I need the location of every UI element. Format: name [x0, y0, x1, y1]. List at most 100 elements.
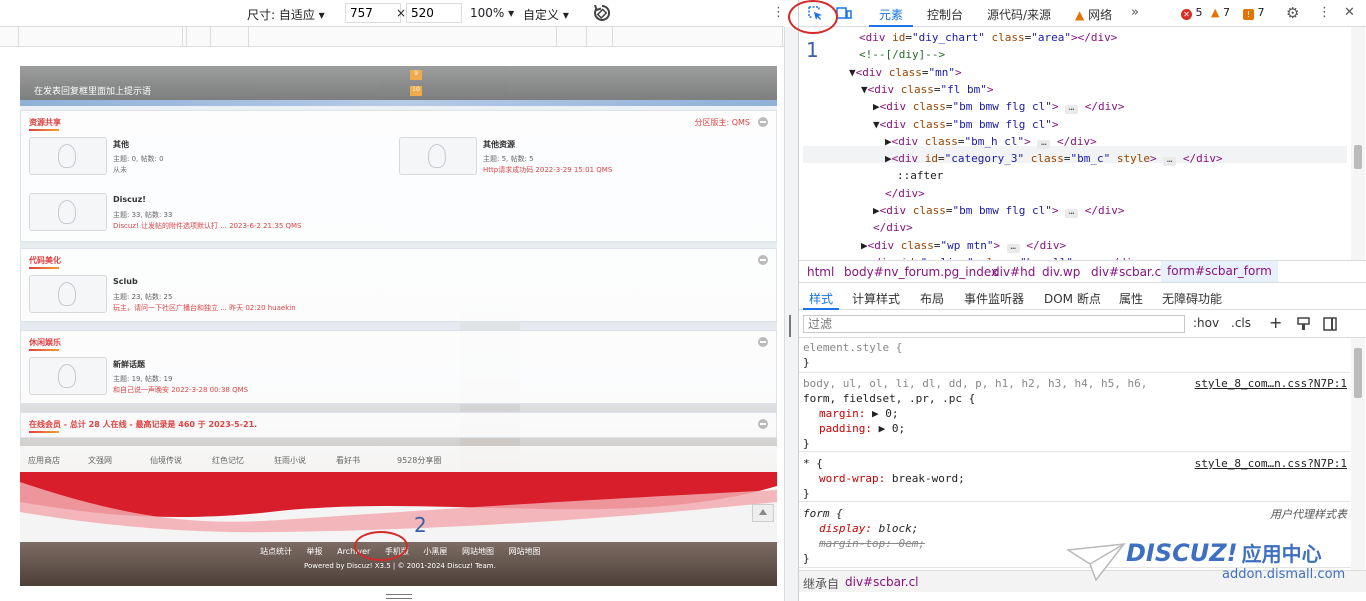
dom-node[interactable]: ▶<div class="wp mtn"> … </div>	[861, 237, 1066, 254]
inherited-node-link[interactable]: div#scbar.cl	[845, 575, 919, 589]
declaration[interactable]: padding: ▶ 0;	[819, 421, 905, 436]
zoom-dropdown[interactable]: 100% ▾	[470, 6, 514, 20]
rule-selector[interactable]: form, fieldset, .pr, .pc {	[803, 391, 975, 406]
tab-elements[interactable]: 元素	[868, 6, 914, 27]
rule-source-link[interactable]: style_8_com…n.css?N7P:1	[1195, 456, 1347, 471]
crumb-div-hd[interactable]: div#hd	[992, 265, 1035, 279]
forum-item[interactable]: 其他 主题: 0, 帖数: 0 从未	[29, 137, 389, 177]
dom-node[interactable]: ▼<div class="mn">	[849, 64, 962, 81]
forum-name[interactable]: 新鲜话题	[113, 359, 145, 370]
forum-name[interactable]: Discuz!	[113, 195, 146, 204]
hov-toggle[interactable]: :hov	[1193, 316, 1219, 330]
declaration[interactable]: word-wrap: break-word;	[819, 471, 965, 486]
friend-link[interactable]: 仙境传说	[150, 455, 182, 466]
dom-tree[interactable]: <div id="diy_chart" class="area"></div> <…	[799, 27, 1366, 260]
customize-menu-icon[interactable]: ⋮	[1318, 5, 1331, 20]
forum-last-post[interactable]: 和自己说一声晚安 2022-3-28 00:38 QMS	[113, 385, 248, 395]
friend-link[interactable]: 文强网	[88, 455, 112, 466]
declaration-overridden[interactable]: margin-top: 0em;	[819, 536, 925, 551]
crumb-body[interactable]: body#nv_forum.pg_index	[844, 265, 998, 279]
friend-link[interactable]: 应用商店	[28, 455, 60, 466]
close-icon[interactable]: ✕	[1344, 5, 1355, 20]
dom-node[interactable]: ▶<div class="bm bmw flg cl"> … </div>	[873, 202, 1124, 219]
dom-node[interactable]: ▶<div class="bm bmw flg cl"> … </div>	[873, 98, 1124, 115]
subtab-computed[interactable]: 计算样式	[852, 290, 900, 307]
viewport-bottom-resize[interactable]	[386, 594, 412, 599]
styles-filter-input[interactable]	[803, 315, 1185, 333]
friend-link[interactable]: 看好书	[336, 455, 360, 466]
crumb-div-wp[interactable]: div.wp	[1042, 265, 1080, 279]
subtab-event-listeners[interactable]: 事件监听器	[964, 290, 1024, 307]
rule-selector[interactable]: form {	[803, 506, 843, 521]
dom-node[interactable]: </div>	[873, 219, 913, 236]
dom-node[interactable]: ▼<div class="fl bm">	[861, 81, 993, 98]
dimensions-dropdown[interactable]: 尺寸: 自适应 ▾	[247, 6, 325, 23]
emulated-page[interactable]: 在发表回复框里面加上提示语 9 10 资源共享 分区版主: QMS 其他 主题:…	[20, 66, 777, 586]
viewport-resize-handle[interactable]	[784, 27, 798, 601]
dom-node[interactable]: ▼<div class="bm bmw flg cl">	[873, 116, 1058, 133]
friend-link[interactable]: 狂雨小说	[274, 455, 306, 466]
dom-node[interactable]: ::after	[897, 167, 943, 184]
forum-last-post[interactable]: Http请求成功码 2022-3-29 15:01 QMS	[483, 165, 612, 175]
device-toggle-icon[interactable]	[836, 5, 852, 21]
issue-count[interactable]: ! 7	[1243, 6, 1265, 20]
rule-selector[interactable]: element.style {	[803, 340, 902, 355]
collapse-icon[interactable]	[758, 117, 768, 127]
subtab-styles[interactable]: 样式	[802, 290, 840, 310]
crumb-div-scbar[interactable]: div#scbar.cl	[1091, 265, 1165, 279]
forum-name[interactable]: 其他资源	[483, 139, 515, 150]
footer-link[interactable]: 站点统计	[260, 547, 292, 556]
forum-last-post[interactable]: 玩主，请问一下社区广播台和独立 ... 昨天 02:20 huaekin	[113, 303, 296, 313]
forum-item[interactable]: Sclub 主题: 23, 帖数: 25 玩主，请问一下社区广播台和独立 ...…	[29, 275, 449, 315]
declaration[interactable]: margin: ▶ 0;	[819, 406, 898, 421]
subtab-dom-breakpoints[interactable]: DOM 断点	[1044, 290, 1101, 307]
sidebar-toggle-icon[interactable]	[1323, 317, 1337, 331]
more-tabs-icon[interactable]: »	[1131, 5, 1139, 20]
footer-link[interactable]: 小黑屋	[423, 547, 447, 556]
declaration[interactable]: display: block;	[819, 521, 918, 536]
new-rule-icon[interactable]: +	[1269, 313, 1282, 332]
height-input[interactable]	[406, 3, 462, 23]
online-title[interactable]: 在线会员 - 总计 28 人在线 - 最高记录是 460 于 2023-5-21…	[29, 419, 257, 433]
forum-last-post[interactable]: Discuz! 让发帖的附件选项默认打 ... 2023-6-2 21:35 Q…	[113, 221, 302, 231]
tab-console[interactable]: 控制台	[927, 6, 963, 23]
forum-item[interactable]: 其他资源 主题: 5, 帖数: 5 Http请求成功码 2022-3-29 15…	[399, 137, 769, 177]
subtab-properties[interactable]: 属性	[1119, 290, 1143, 307]
rule-source-link[interactable]: style_8_com…n.css?N7P:1	[1195, 376, 1347, 391]
width-input[interactable]	[345, 3, 401, 23]
dom-node[interactable]: ▶<div id="category_3" class="bm_c" style…	[885, 150, 1223, 167]
category-title[interactable]: 代码美化	[29, 255, 61, 269]
collapse-icon[interactable]	[758, 255, 768, 265]
error-count[interactable]: ✕ 5	[1181, 6, 1203, 20]
tab-sources[interactable]: 源代码/来源	[987, 6, 1051, 23]
warning-count[interactable]: ▲ 7	[1211, 6, 1230, 19]
subtab-layout[interactable]: 布局	[920, 290, 944, 307]
tab-network[interactable]: ▲ 网络	[1075, 6, 1112, 23]
collapse-icon[interactable]	[758, 419, 768, 429]
footer-link[interactable]: 举报	[307, 547, 323, 556]
dom-node[interactable]: ▶<div class="bm_h cl"> … </div>	[885, 133, 1097, 150]
footer-link[interactable]: 网站地图	[509, 547, 541, 556]
dom-node[interactable]: </div>	[885, 185, 925, 202]
paint-brush-icon[interactable]	[1297, 317, 1310, 331]
forum-name[interactable]: Sclub	[113, 277, 138, 286]
dom-scrollbar[interactable]	[1351, 27, 1365, 260]
collapse-icon[interactable]	[758, 337, 768, 347]
forum-name[interactable]: 其他	[113, 139, 129, 150]
rule-selector[interactable]: * {	[803, 456, 823, 471]
throttle-dropdown[interactable]: 自定义 ▾	[523, 6, 569, 23]
crumb-form[interactable]: form#scbar_form	[1161, 261, 1278, 282]
category-moderator[interactable]: 分区版主: QMS	[694, 117, 750, 128]
rotate-icon[interactable]	[592, 3, 612, 23]
footer-link[interactable]: 网站地图	[462, 547, 494, 556]
cls-toggle[interactable]: .cls	[1231, 316, 1251, 330]
subtab-accessibility[interactable]: 无障碍功能	[1162, 290, 1222, 307]
more-options-icon[interactable]: ⋮	[772, 5, 785, 20]
category-title[interactable]: 休闲娱乐	[29, 337, 61, 351]
dom-node[interactable]: <!--[/diy]-->	[859, 46, 945, 63]
crumb-html[interactable]: html	[807, 265, 834, 279]
dom-node[interactable]: <div id="diy_chart" class="area"></div>	[859, 29, 1117, 46]
forum-item[interactable]: Discuz! 主题: 33, 帖数: 33 Discuz! 让发帖的附件选项默…	[29, 193, 389, 233]
category-title[interactable]: 资源共享	[29, 117, 61, 131]
back-to-top-button[interactable]	[752, 504, 774, 522]
